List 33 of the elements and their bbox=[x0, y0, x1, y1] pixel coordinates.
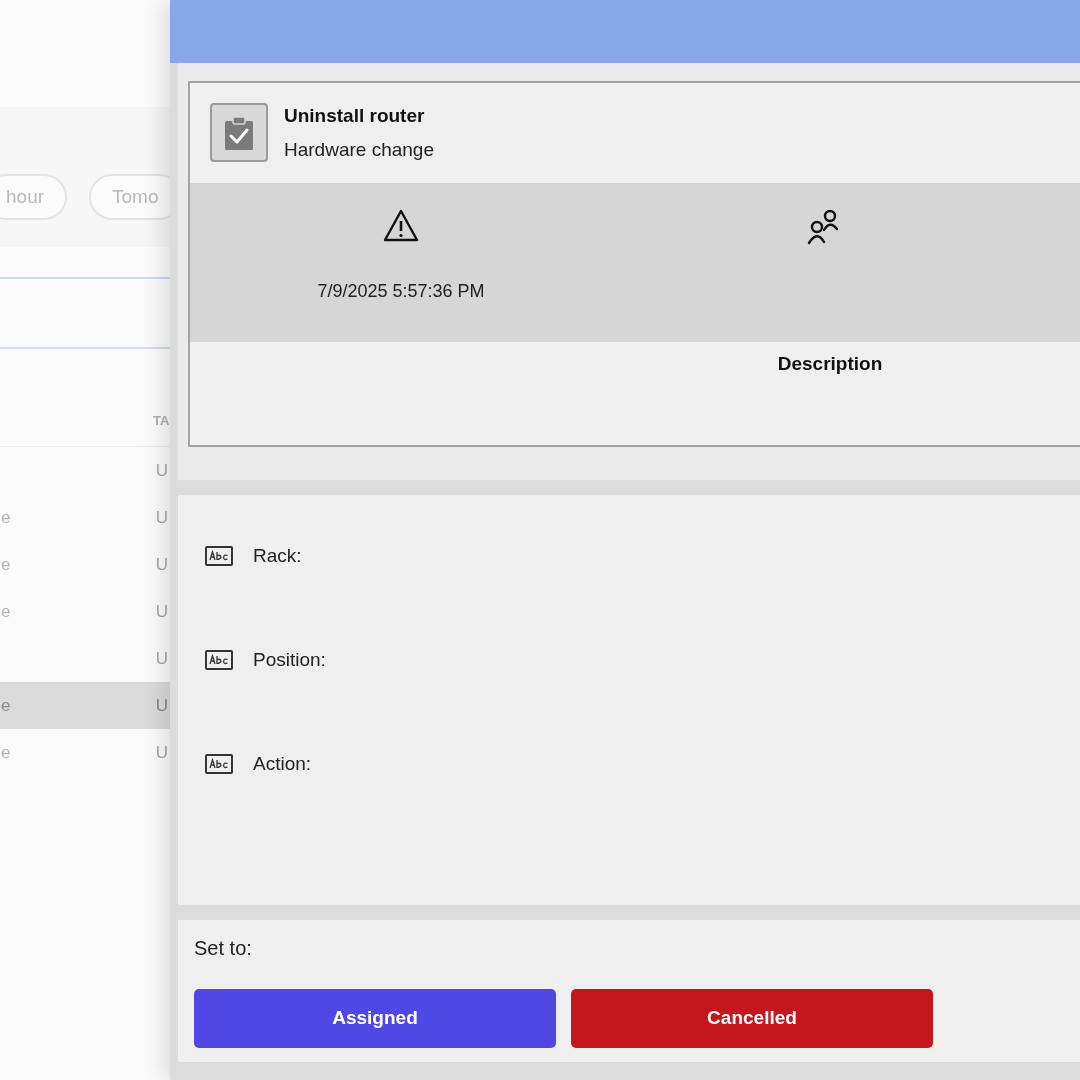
task-title: Uninstall router bbox=[284, 105, 426, 127]
people-icon bbox=[806, 209, 840, 245]
field-label: Position: bbox=[253, 647, 326, 672]
field-label: Rack: bbox=[253, 543, 302, 568]
table-cell-text: e bbox=[1, 694, 11, 717]
text-field-icon bbox=[205, 754, 233, 774]
input-field[interactable] bbox=[0, 277, 170, 349]
filter-chip[interactable]: hour bbox=[0, 174, 68, 220]
task-subtitle: Hardware change bbox=[284, 139, 434, 161]
filter-chip[interactable]: Tomo bbox=[89, 174, 170, 220]
table-cell-text: U bbox=[155, 741, 168, 764]
column-header: TA bbox=[153, 411, 170, 430]
table-cell-text: U bbox=[155, 553, 168, 576]
table-row[interactable]: e U bbox=[0, 682, 170, 729]
set-to-label: Set to: bbox=[194, 936, 252, 961]
table-cell-text: U bbox=[155, 600, 168, 623]
clipboard-check-icon bbox=[210, 103, 268, 162]
table-cell-text: U bbox=[155, 506, 168, 529]
table-cell-text: e bbox=[1, 553, 11, 576]
table-cell-text: U bbox=[155, 647, 168, 670]
table-cell-text: U bbox=[155, 694, 168, 717]
status-button[interactable]: Assigned bbox=[194, 989, 556, 1048]
table-cell-text: e bbox=[1, 600, 11, 623]
warning-icon bbox=[383, 209, 419, 242]
text-field-icon bbox=[205, 546, 233, 566]
table-cell-text: U bbox=[155, 459, 168, 482]
status-button[interactable]: Cancelled bbox=[571, 989, 933, 1048]
table-cell-text: e bbox=[1, 506, 11, 529]
table-cell-text: e bbox=[1, 741, 11, 764]
column-label: Description bbox=[777, 352, 883, 376]
date-time: 7/9/2025 5:57:36 PM bbox=[317, 280, 485, 303]
text-field-icon bbox=[205, 650, 233, 670]
field-label: Action: bbox=[253, 751, 312, 776]
